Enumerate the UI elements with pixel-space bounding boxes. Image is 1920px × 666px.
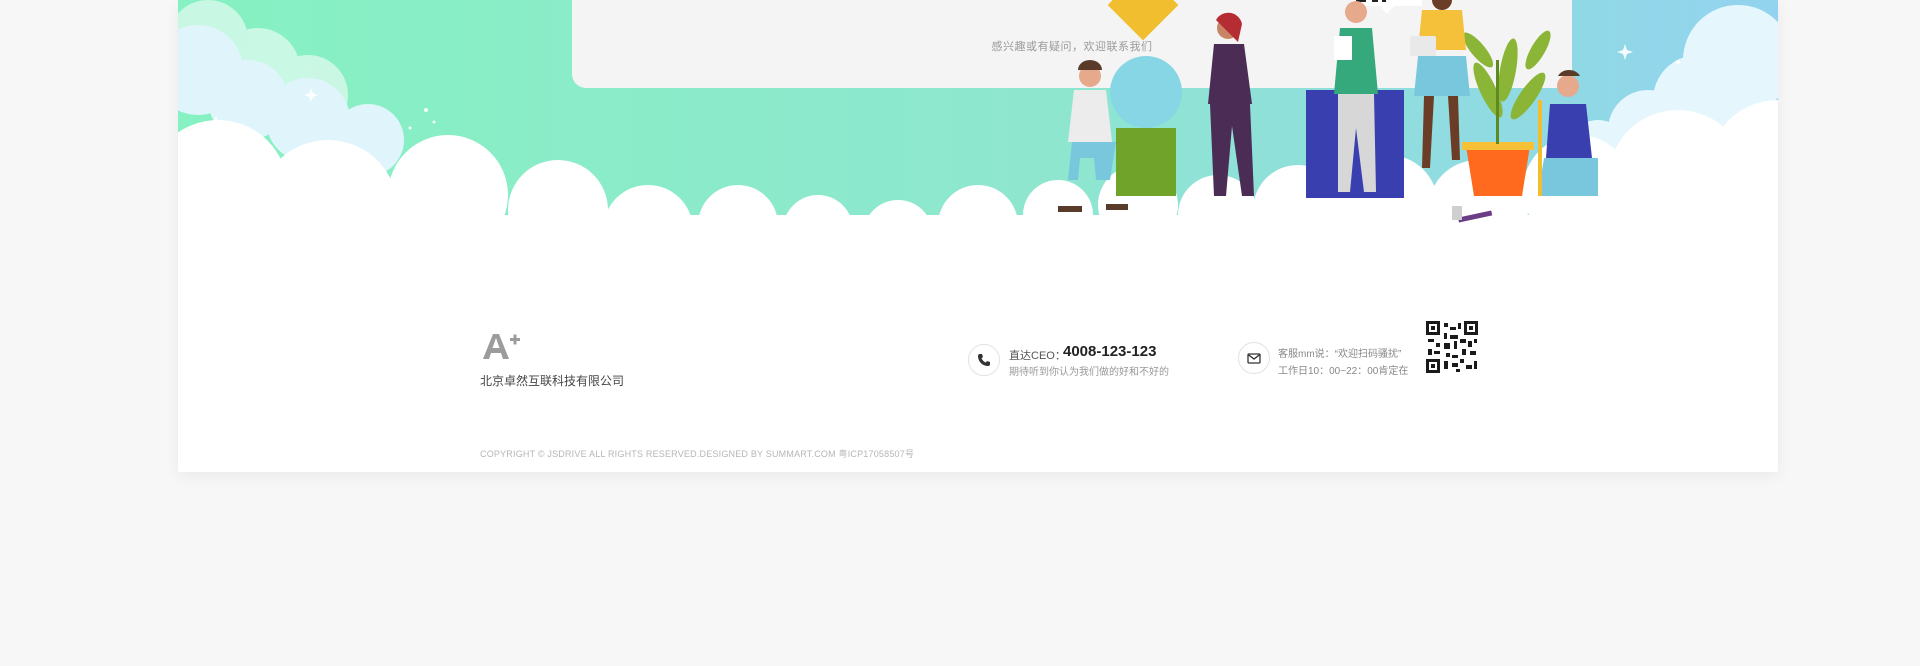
company-name: 北京卓然互联科技有限公司 [480,374,625,388]
qr-code-icon [1426,321,1478,373]
phone-icon [968,344,1000,376]
a-plus-logo [483,334,520,359]
copyright-text: COPYRIGHT © JSDRIVE ALL RIGHTS RESERVED.… [480,449,915,459]
service-note: 客服mm说：“欢迎扫码骚扰” [1278,349,1402,360]
contact-banner: 感兴趣或有疑问，欢迎联系我们 [178,0,1778,240]
page-container: 感兴趣或有疑问，欢迎联系我们 北京卓然互联科技有限公司 直达CEO： 4008-… [178,0,1778,472]
ceo-label: 直达CEO： [1009,350,1066,362]
ceo-phone[interactable]: 4008-123-123 [1063,343,1156,360]
team-illustration [1058,0,1598,223]
ceo-subtext: 期待听到你认为我们做的好和不好的 [1009,367,1169,378]
mail-icon [1238,342,1270,374]
service-hours: 工作日10：00~22：00肯定在 [1278,366,1409,377]
